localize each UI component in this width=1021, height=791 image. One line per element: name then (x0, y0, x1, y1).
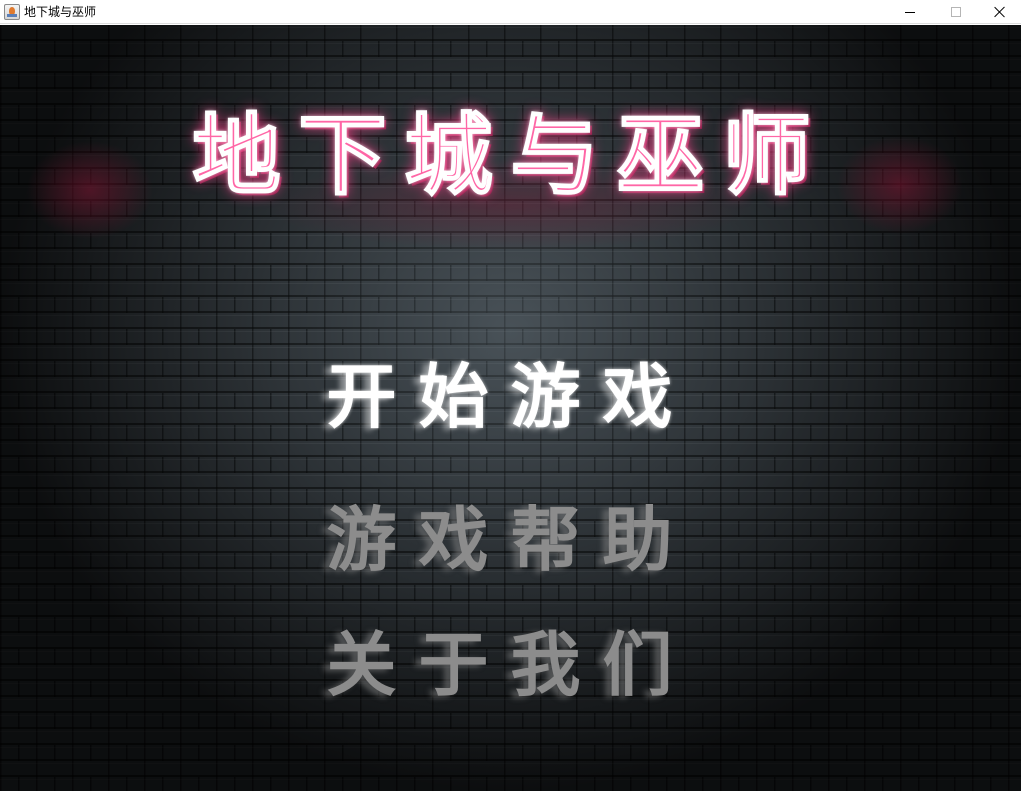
close-icon (994, 6, 1006, 18)
game-help-button[interactable]: 游戏帮助 (0, 498, 1021, 582)
minimize-button[interactable] (887, 0, 933, 24)
close-button[interactable] (977, 0, 1021, 24)
game-title-logo: 地下城与巫师 (191, 103, 829, 207)
java-app-icon (4, 4, 20, 20)
minimize-icon (905, 11, 915, 13)
about-us-button[interactable]: 关于我们 (0, 623, 1021, 707)
game-canvas: 地下城与巫师 开始游戏 游戏帮助 关于我们 (0, 25, 1021, 791)
game-window: 地下城与巫师 地下城与巫师 开始游戏 游戏帮助 关于我们 (0, 0, 1021, 791)
maximize-button[interactable] (933, 0, 979, 24)
window-title: 地下城与巫师 (24, 5, 97, 19)
title-bar[interactable]: 地下城与巫师 (0, 0, 1021, 24)
maximize-icon (951, 7, 961, 17)
start-game-button[interactable]: 开始游戏 (0, 355, 1021, 439)
